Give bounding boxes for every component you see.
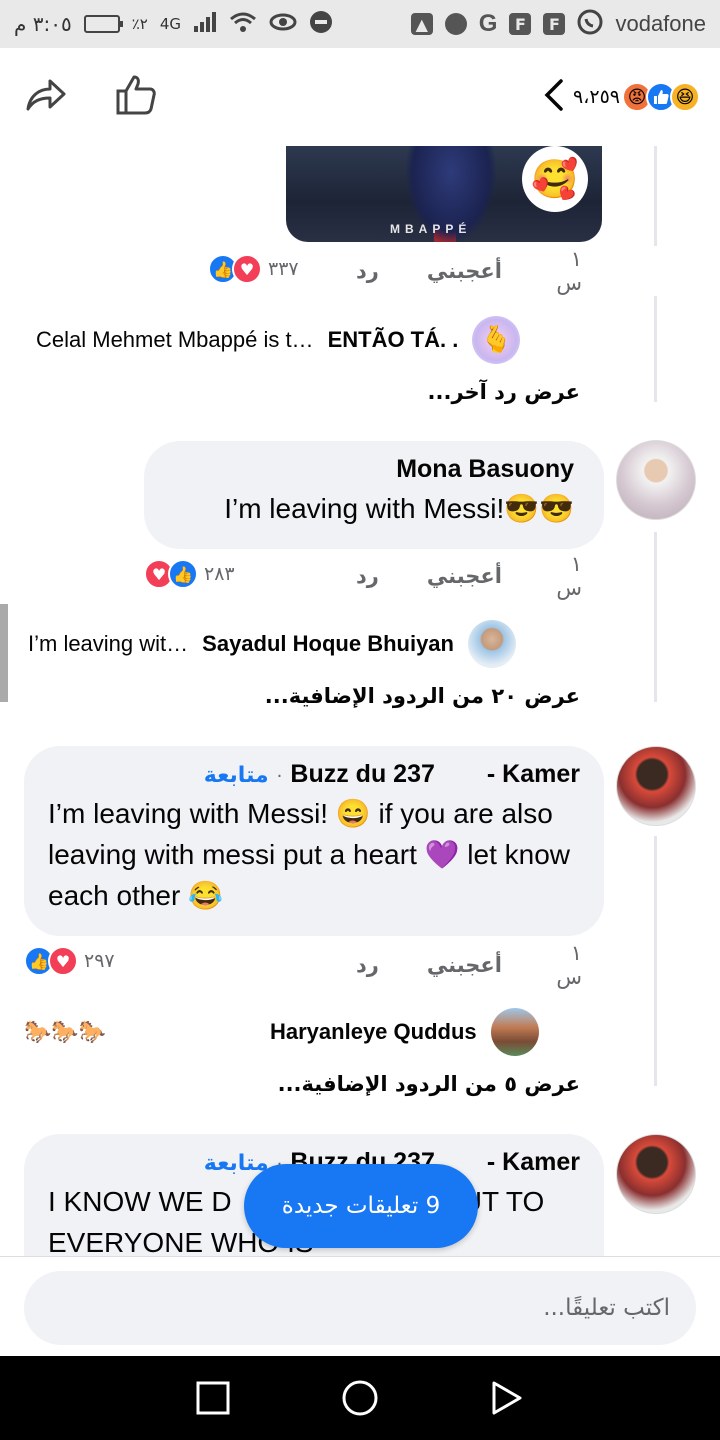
facebook-alt-icon: F bbox=[543, 13, 566, 35]
view-more-replies[interactable]: عرض رد آخر... bbox=[428, 380, 580, 404]
thread-line bbox=[654, 146, 657, 246]
reply-preview[interactable]: I’m leaving wit… Sayadul Hoque Bhuiyan bbox=[28, 618, 516, 670]
avatar[interactable] bbox=[490, 1008, 539, 1056]
status-bar: ٣:٠٥ م ٪٢ 4G ▲ G F F vodafone bbox=[0, 0, 720, 48]
reply-author[interactable]: Haryanleye Quddus bbox=[270, 1019, 477, 1045]
comment-reactions[interactable]: ♥ 👍 ٢٨٣ bbox=[144, 559, 235, 589]
reaction-summary[interactable]: ٩،٢٥٩ 😡 😆 bbox=[543, 78, 700, 116]
wifi-icon bbox=[229, 11, 257, 38]
thumbs-up-icon[interactable] bbox=[114, 73, 158, 121]
signal-icon bbox=[193, 11, 217, 37]
comment-input[interactable] bbox=[24, 1271, 696, 1345]
comment-reaction-count: ٣٣٧ bbox=[268, 258, 299, 280]
follow-button[interactable]: متابعة bbox=[204, 763, 269, 788]
comment-bubble[interactable]: Mona Basuony I’m leaving with Messi!😎😎 bbox=[144, 441, 604, 549]
comment-composer bbox=[0, 1256, 720, 1356]
reply-button[interactable]: رد bbox=[356, 564, 379, 588]
thread-line bbox=[654, 836, 657, 1086]
battery-percent: ٪٢ bbox=[131, 15, 148, 33]
recent-apps-icon[interactable] bbox=[193, 1378, 233, 1418]
like-button[interactable]: أعجبني bbox=[427, 953, 502, 977]
chevron-left-icon[interactable] bbox=[543, 78, 565, 116]
love-reaction-icon: ♥ bbox=[48, 946, 78, 976]
reply-text: Celal Mehmet Mbappé is t… bbox=[36, 327, 314, 352]
avatar[interactable]: 🫰 bbox=[472, 316, 521, 364]
reply-text: 🐎🐎🐎 bbox=[24, 1019, 107, 1044]
like-button[interactable]: أعجبني bbox=[427, 564, 502, 588]
whatsapp-icon bbox=[577, 9, 603, 40]
thread-line bbox=[654, 532, 657, 702]
new-comments-button[interactable]: 9 تعليقات جديدة bbox=[244, 1164, 478, 1248]
view-more-replies[interactable]: عرض ٥ من الردود الإضافية... bbox=[278, 1072, 580, 1096]
status-left: ٣:٠٥ م ٪٢ 4G bbox=[14, 10, 333, 39]
google-icon: G bbox=[478, 10, 498, 37]
comment-text: I’m leaving with Messi! 😄 if you are als… bbox=[48, 798, 570, 911]
care-sticker-icon: 🥰 bbox=[522, 146, 588, 212]
like-button[interactable]: أعجبني bbox=[427, 259, 502, 283]
love-reaction-icon: ♥ bbox=[232, 254, 262, 284]
eye-icon bbox=[269, 12, 297, 36]
status-right: ▲ G F F vodafone bbox=[410, 9, 706, 40]
thread-line bbox=[654, 296, 657, 402]
carrier-name: vodafone bbox=[615, 11, 706, 36]
facebook-icon: F bbox=[509, 13, 532, 35]
scroll-handle[interactable] bbox=[0, 604, 8, 702]
do-not-disturb-icon bbox=[309, 10, 333, 39]
reply-author[interactable]: ENTÃO TÁ. . bbox=[328, 327, 459, 353]
comment-reaction-count: ٢٩٧ bbox=[84, 950, 115, 972]
reply-preview[interactable]: 🐎🐎🐎 Haryanleye Quddus bbox=[24, 1006, 539, 1058]
avatar[interactable] bbox=[616, 746, 696, 826]
reply-button[interactable]: رد bbox=[356, 259, 379, 283]
comment-meta: ١ س أعجبني رد bbox=[356, 247, 582, 295]
comment-text: I’m leaving with Messi!😎😎 bbox=[224, 493, 574, 524]
comment-time: ١ س bbox=[556, 247, 582, 295]
reply-author[interactable]: Sayadul Hoque Bhuiyan bbox=[202, 631, 454, 657]
camera-icon bbox=[444, 13, 467, 35]
comment-reaction-count: ٢٨٣ bbox=[204, 563, 235, 585]
separator-dot: · bbox=[276, 766, 283, 787]
comment-author[interactable]: Mona Basuony bbox=[168, 455, 574, 484]
share-icon[interactable] bbox=[24, 75, 68, 119]
system-nav-bar bbox=[0, 1356, 720, 1440]
haha-reaction-icon: 😆 bbox=[670, 82, 700, 112]
network-type: 4G bbox=[159, 15, 182, 33]
comment-reaction-icons: 👍 ♥ bbox=[208, 254, 262, 284]
avatar[interactable] bbox=[616, 1134, 696, 1214]
header-actions bbox=[20, 73, 158, 121]
clock: ٣:٠٥ م bbox=[14, 12, 72, 36]
reply-text: I’m leaving wit… bbox=[28, 631, 189, 656]
view-more-replies[interactable]: عرض ٢٠ من الردود الإضافية... bbox=[265, 684, 580, 708]
reply-preview[interactable]: Celal Mehmet Mbappé is t… ENTÃO TÁ. . 🫰 bbox=[36, 314, 521, 366]
total-reaction-count: ٩،٢٥٩ bbox=[573, 86, 620, 108]
reaction-icons: 😡 😆 bbox=[622, 82, 700, 112]
back-triangle-icon[interactable] bbox=[487, 1378, 527, 1418]
comment-time: ١ س bbox=[556, 941, 582, 989]
comment-author[interactable]: Kamer - bbox=[487, 760, 580, 789]
home-icon[interactable] bbox=[340, 1378, 380, 1418]
reply-button[interactable]: رد bbox=[356, 953, 379, 977]
comment-reaction-icons: ♥ 👍 bbox=[144, 559, 198, 589]
comment-meta: ١ س أعجبني رد bbox=[356, 552, 582, 600]
comment-author-page[interactable]: Buzz du 237 bbox=[290, 760, 434, 789]
comment-reactions[interactable]: 👍 ♥ ٢٩٧ bbox=[24, 946, 115, 976]
avatar[interactable] bbox=[616, 440, 696, 520]
comment-image[interactable]: MBAPPÉ 🥰 bbox=[286, 146, 602, 242]
comment-bubble[interactable]: متابعة · Buzz du 237 Kamer - I’m leaving… bbox=[24, 746, 604, 936]
comment-author-line: متابعة · Buzz du 237 Kamer - bbox=[48, 760, 580, 789]
comment-meta: ١ س أعجبني رد bbox=[356, 941, 582, 989]
gallery-icon: ▲ bbox=[410, 13, 433, 35]
image-caption: MBAPPÉ bbox=[390, 222, 472, 236]
comment-time: ١ س bbox=[556, 552, 582, 600]
battery-icon bbox=[83, 15, 123, 33]
comments-feed[interactable]: MBAPPÉ 🥰 👍 ♥ ٣٣٧ ١ س أعجبني رد Celal Meh… bbox=[0, 146, 720, 1256]
comment-reaction-icons: 👍 ♥ bbox=[24, 946, 78, 976]
comment-reactions[interactable]: 👍 ♥ ٣٣٧ bbox=[208, 254, 299, 284]
post-header: ٩،٢٥٩ 😡 😆 bbox=[0, 48, 720, 146]
avatar[interactable] bbox=[467, 620, 516, 668]
comment-author[interactable]: Kamer - bbox=[487, 1148, 580, 1177]
like-reaction-icon: 👍 bbox=[168, 559, 198, 589]
